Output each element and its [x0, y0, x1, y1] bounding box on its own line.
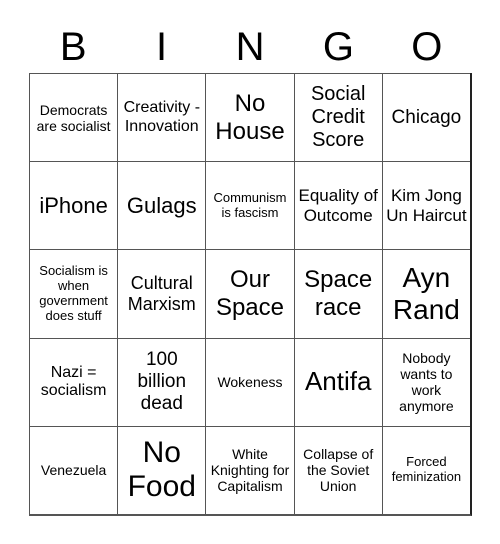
bingo-cell[interactable]: Equality of Outcome: [293, 161, 382, 250]
header-letter-b: B: [59, 25, 87, 69]
bingo-cell[interactable]: Space race: [293, 249, 382, 338]
bingo-cell[interactable]: Social Credit Score: [293, 73, 382, 162]
header-letter-g: G: [322, 25, 354, 69]
bingo-cell[interactable]: 100 billion dead: [117, 337, 206, 426]
header-letter-i: I: [156, 25, 168, 69]
bingo-cell[interactable]: Nobody wants to work anymore: [381, 337, 470, 426]
bingo-cell[interactable]: Cultural Marxism: [117, 249, 206, 338]
bingo-cell[interactable]: Kim Jong Un Haircut: [381, 161, 470, 250]
bingo-cell[interactable]: White Knighting for Capitalism: [205, 425, 294, 514]
bingo-cell[interactable]: Wokeness: [205, 337, 294, 426]
bingo-cell[interactable]: Creativity - Innovation: [117, 73, 206, 162]
bingo-cell[interactable]: Our Space: [205, 249, 294, 338]
bingo-cell[interactable]: Forced feminization: [381, 425, 470, 514]
bingo-cell[interactable]: Democrats are socialist: [29, 73, 118, 162]
bingo-cell[interactable]: Collapse of the Soviet Union: [293, 425, 382, 514]
bingo-cell[interactable]: Gulags: [117, 161, 206, 250]
bingo-cell[interactable]: Communism is fascism: [205, 161, 294, 250]
bingo-cell[interactable]: Chicago: [381, 73, 470, 162]
bingo-cell[interactable]: No House: [205, 73, 294, 162]
bingo-cell[interactable]: Ayn Rand: [381, 249, 470, 338]
bingo-cell[interactable]: No Food: [117, 425, 206, 514]
header-letter-n: N: [235, 25, 265, 69]
bingo-cell[interactable]: iPhone: [29, 161, 118, 250]
bingo-cell[interactable]: Antifa: [293, 337, 382, 426]
header-letter-o: O: [411, 25, 443, 69]
bingo-cell[interactable]: Socialism is when government does stuff: [29, 249, 118, 338]
bingo-cell[interactable]: Nazi = socialism: [29, 337, 118, 426]
bingo-grid: Democrats are socialist Creativity - Inn…: [29, 73, 472, 516]
bingo-header: B I N G O: [29, 22, 471, 72]
bingo-cell[interactable]: Venezuela: [29, 425, 118, 514]
